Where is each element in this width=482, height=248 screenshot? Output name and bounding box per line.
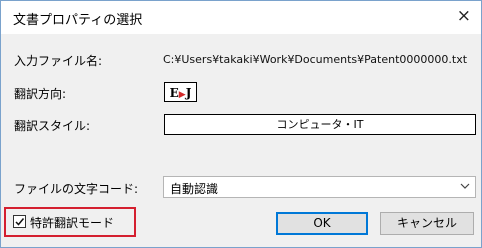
cancel-button[interactable]: キャンセル — [380, 212, 474, 235]
style-label: 翻訳スタイル: — [14, 119, 91, 133]
encoding-select[interactable]: 自動認識 — [163, 176, 476, 198]
patent-mode-highlight: 特許翻訳モード — [4, 207, 136, 237]
direction-to: J — [185, 86, 192, 100]
direction-button[interactable]: E▶J — [164, 82, 197, 102]
input-file-label: 入力ファイル名: — [14, 54, 103, 68]
chevron-down-icon — [460, 183, 470, 189]
direction-label: 翻訳方向: — [14, 87, 67, 101]
ok-button[interactable]: OK — [276, 212, 368, 235]
style-button[interactable]: コンピュータ・IT — [164, 114, 476, 135]
patent-mode-label[interactable]: 特許翻訳モード — [30, 214, 114, 231]
encoding-label: ファイルの文字コード: — [14, 182, 139, 196]
checkmark-icon — [15, 218, 25, 226]
title-bar: 文書プロパティの選択 × — [1, 1, 481, 34]
document-properties-dialog: 文書プロパティの選択 × 入力ファイル名: C:¥Users¥takaki¥Wo… — [0, 0, 482, 248]
input-file-path: C:¥Users¥takaki¥Work¥Documents¥Patent000… — [163, 53, 468, 66]
encoding-value: 自動認識 — [170, 182, 219, 196]
dialog-title: 文書プロパティの選択 — [13, 13, 143, 28]
patent-mode-checkbox[interactable] — [13, 215, 26, 228]
direction-arrow-icon: ▶ — [178, 90, 186, 100]
close-icon[interactable]: × — [457, 6, 471, 26]
direction-from: E — [169, 86, 179, 100]
